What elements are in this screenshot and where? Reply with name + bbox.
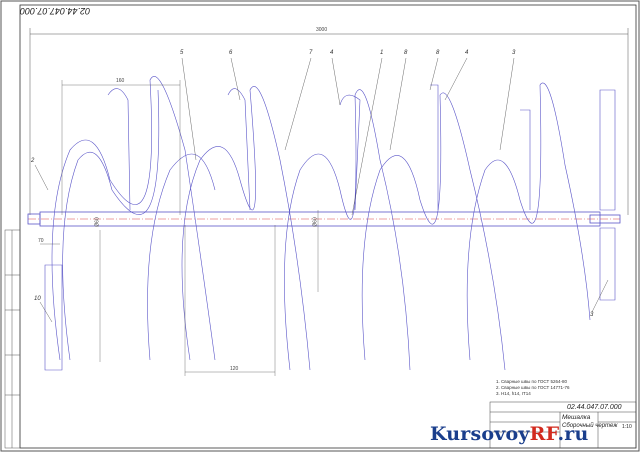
title-block-scale: 1:10 — [622, 424, 632, 430]
shaft — [27, 211, 621, 227]
watermark-suffix: .ru — [557, 423, 589, 445]
leader-label: 4 — [465, 50, 469, 56]
leader-label: 3 — [590, 312, 594, 318]
rotated-drawing-code: 02.44.047.07.000 — [20, 6, 91, 16]
watermark-accent: RF — [529, 423, 558, 445]
leader-label: 10 — [34, 296, 41, 302]
note-line: 3. Н14, h14, IT14 — [496, 391, 531, 396]
leader-label: 3 — [512, 50, 516, 56]
dim-end-length: 70 — [38, 238, 44, 244]
leader-label: 7 — [309, 50, 313, 56]
auger-blades — [44, 76, 616, 371]
leader-lines — [34, 57, 609, 323]
dim-shaft-diameter-mid: Ø60 — [312, 217, 319, 227]
leader-label: 8 — [404, 50, 408, 56]
overall-dimension — [29, 28, 629, 215]
title-block-name: Мешалка — [562, 414, 591, 421]
dim-shaft-diameter-left: Ø60 — [94, 217, 101, 227]
leader-label: 5 — [180, 50, 184, 56]
left-margin-stamp — [4, 229, 21, 449]
leader-label: 1 — [380, 50, 384, 56]
title-block-designation: 02.44.047.07.000 — [567, 404, 622, 411]
leader-label: 8 — [436, 50, 440, 56]
leader-label: 4 — [330, 50, 334, 56]
leader-label: 2 — [31, 158, 35, 164]
leader-label: 6 — [229, 50, 233, 56]
dim-left-pitch: 160 — [116, 78, 125, 84]
lower-dimensions — [40, 80, 319, 376]
dim-bottom-pitch: 120 — [230, 366, 239, 372]
dim-overall-length: 3000 — [316, 27, 328, 33]
watermark-brand: Kursovoy — [430, 423, 530, 445]
technical-notes: 1. Сварные швы по ГОСТ 5264-80 2. Сварны… — [496, 379, 570, 397]
site-watermark: KursovoyRF.ru — [430, 423, 588, 445]
